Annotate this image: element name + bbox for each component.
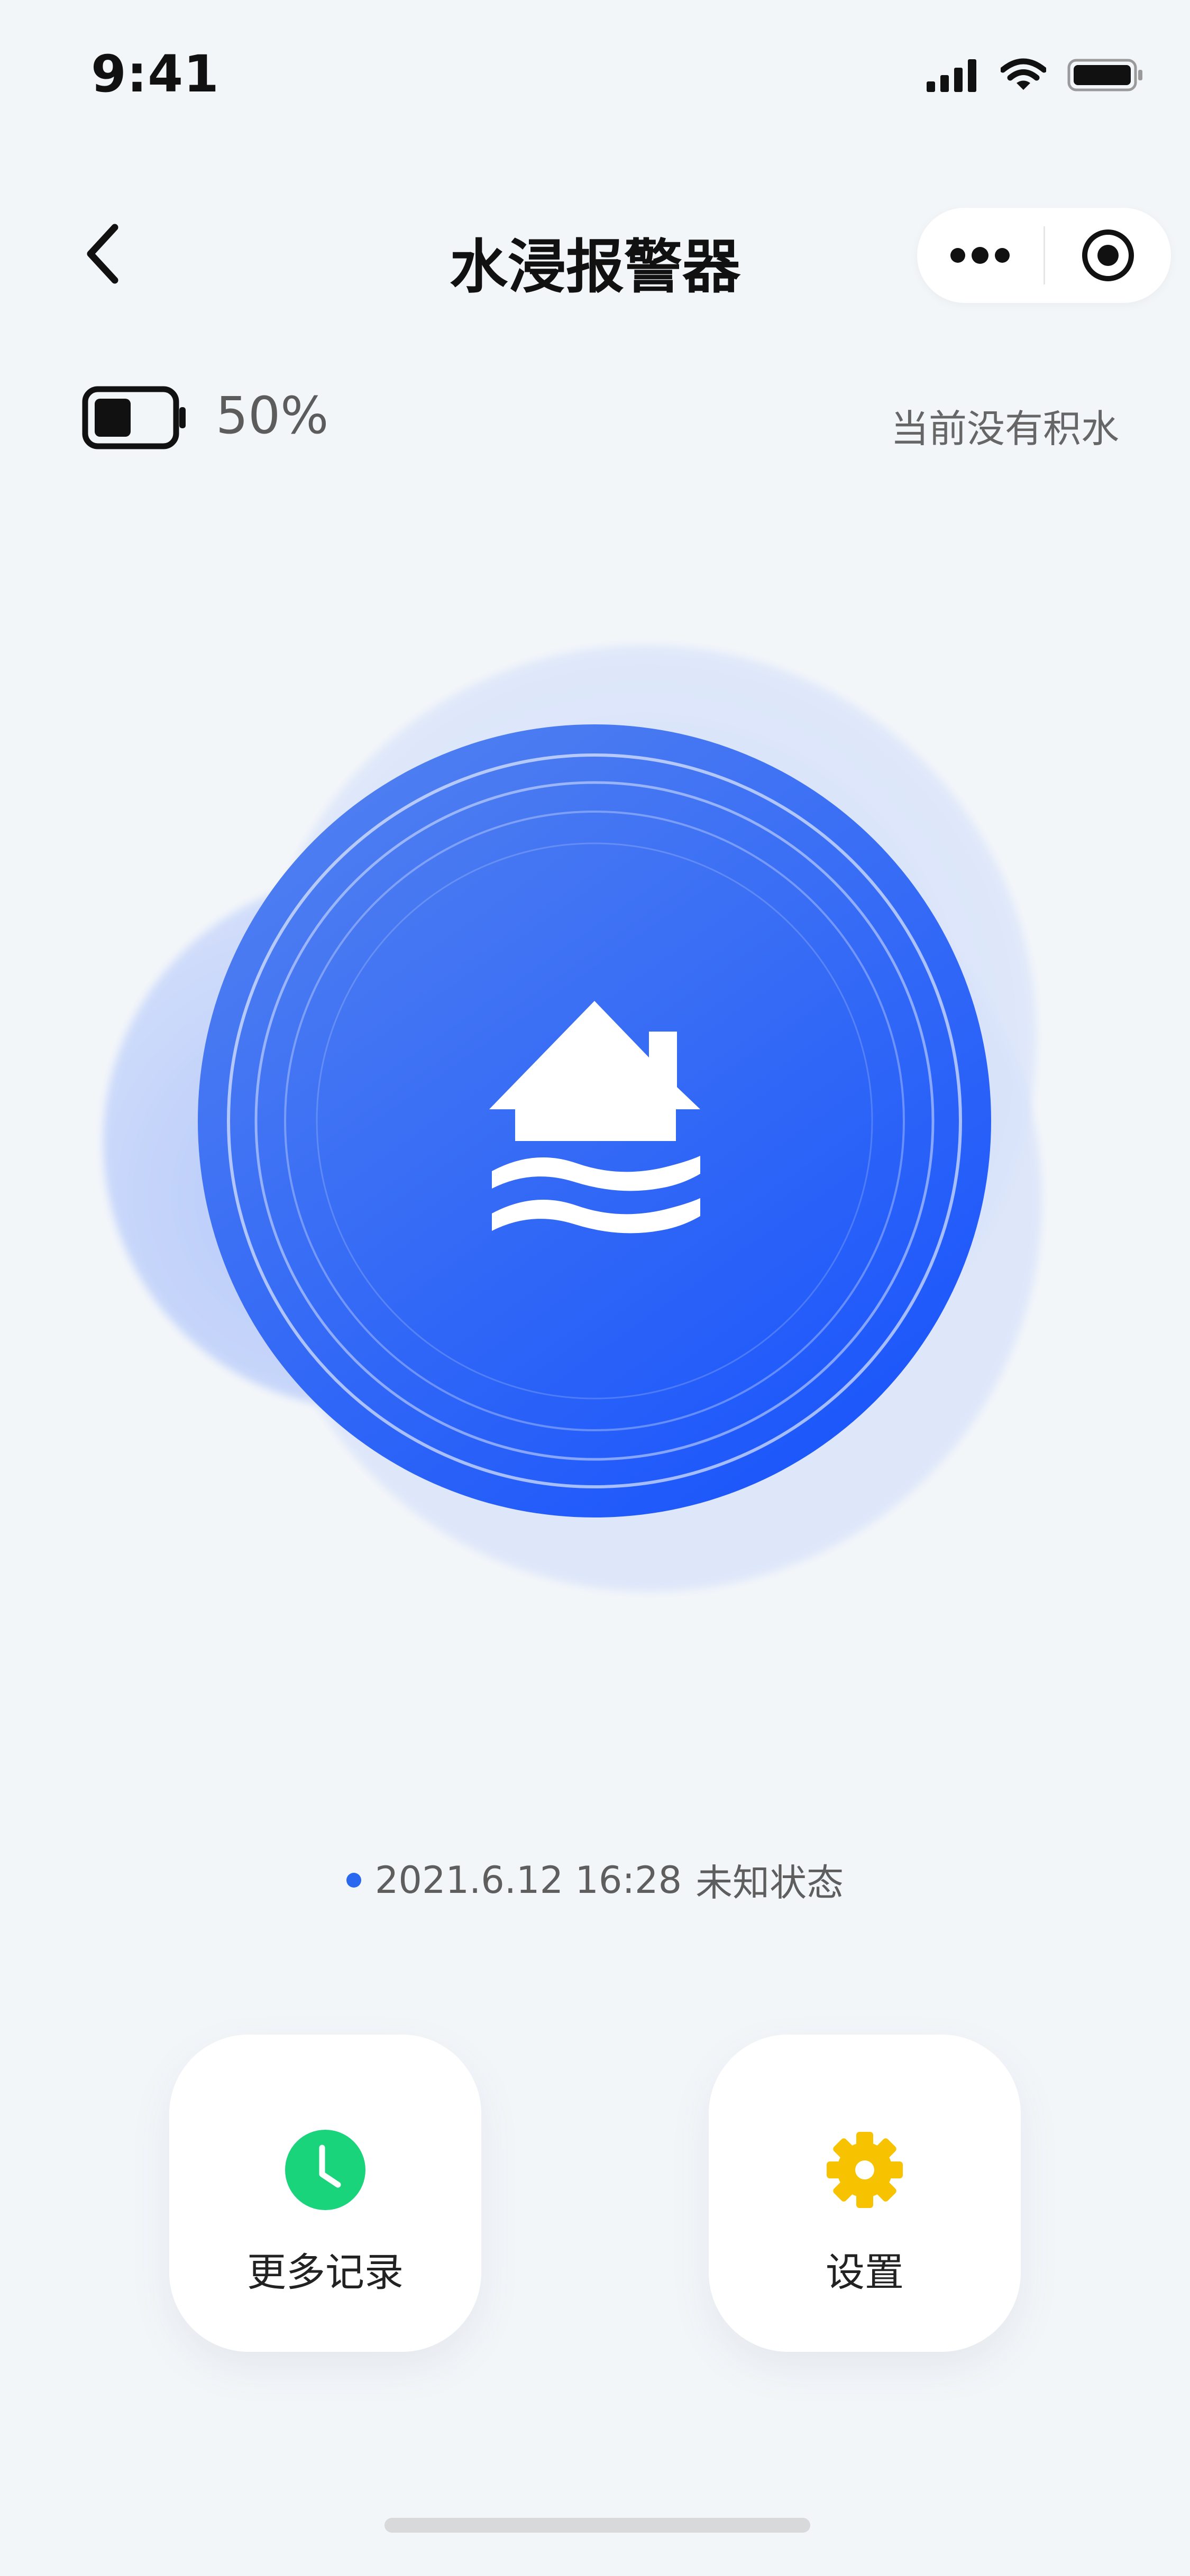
more-records-button[interactable]: 更多记录 bbox=[169, 2035, 481, 2352]
battery-percent: 50% bbox=[216, 386, 329, 445]
status-dot bbox=[346, 1872, 361, 1888]
status-time: 9:41 bbox=[91, 44, 219, 104]
last-event-timestamp: 2021.6.12 16:28 bbox=[374, 1858, 682, 1902]
water-status-text: 当前没有积水 bbox=[890, 407, 1119, 451]
more-dots-icon bbox=[950, 247, 1010, 264]
gear-icon bbox=[827, 2132, 903, 2208]
target-icon bbox=[1082, 229, 1134, 281]
mini-program-capsule bbox=[917, 208, 1171, 303]
signal-icon bbox=[927, 59, 976, 92]
home-indicator[interactable] bbox=[385, 2518, 810, 2533]
close-button[interactable] bbox=[1045, 208, 1171, 303]
status-battery-icon bbox=[1067, 59, 1142, 91]
more-records-label: 更多记录 bbox=[247, 2250, 404, 2295]
settings-label: 设置 bbox=[826, 2250, 904, 2295]
more-button[interactable] bbox=[917, 208, 1043, 303]
device-battery-icon bbox=[82, 386, 188, 452]
settings-button[interactable]: 设置 bbox=[709, 2035, 1021, 2352]
status-icons bbox=[927, 58, 1145, 92]
last-event-status: 未知状态 bbox=[695, 1861, 844, 1905]
clock-icon bbox=[285, 2130, 365, 2210]
status-hero bbox=[103, 645, 1042, 1591]
last-event-row: 2021.6.12 16:28 未知状态 bbox=[0, 1853, 1190, 1907]
wifi-icon bbox=[1001, 58, 1046, 90]
